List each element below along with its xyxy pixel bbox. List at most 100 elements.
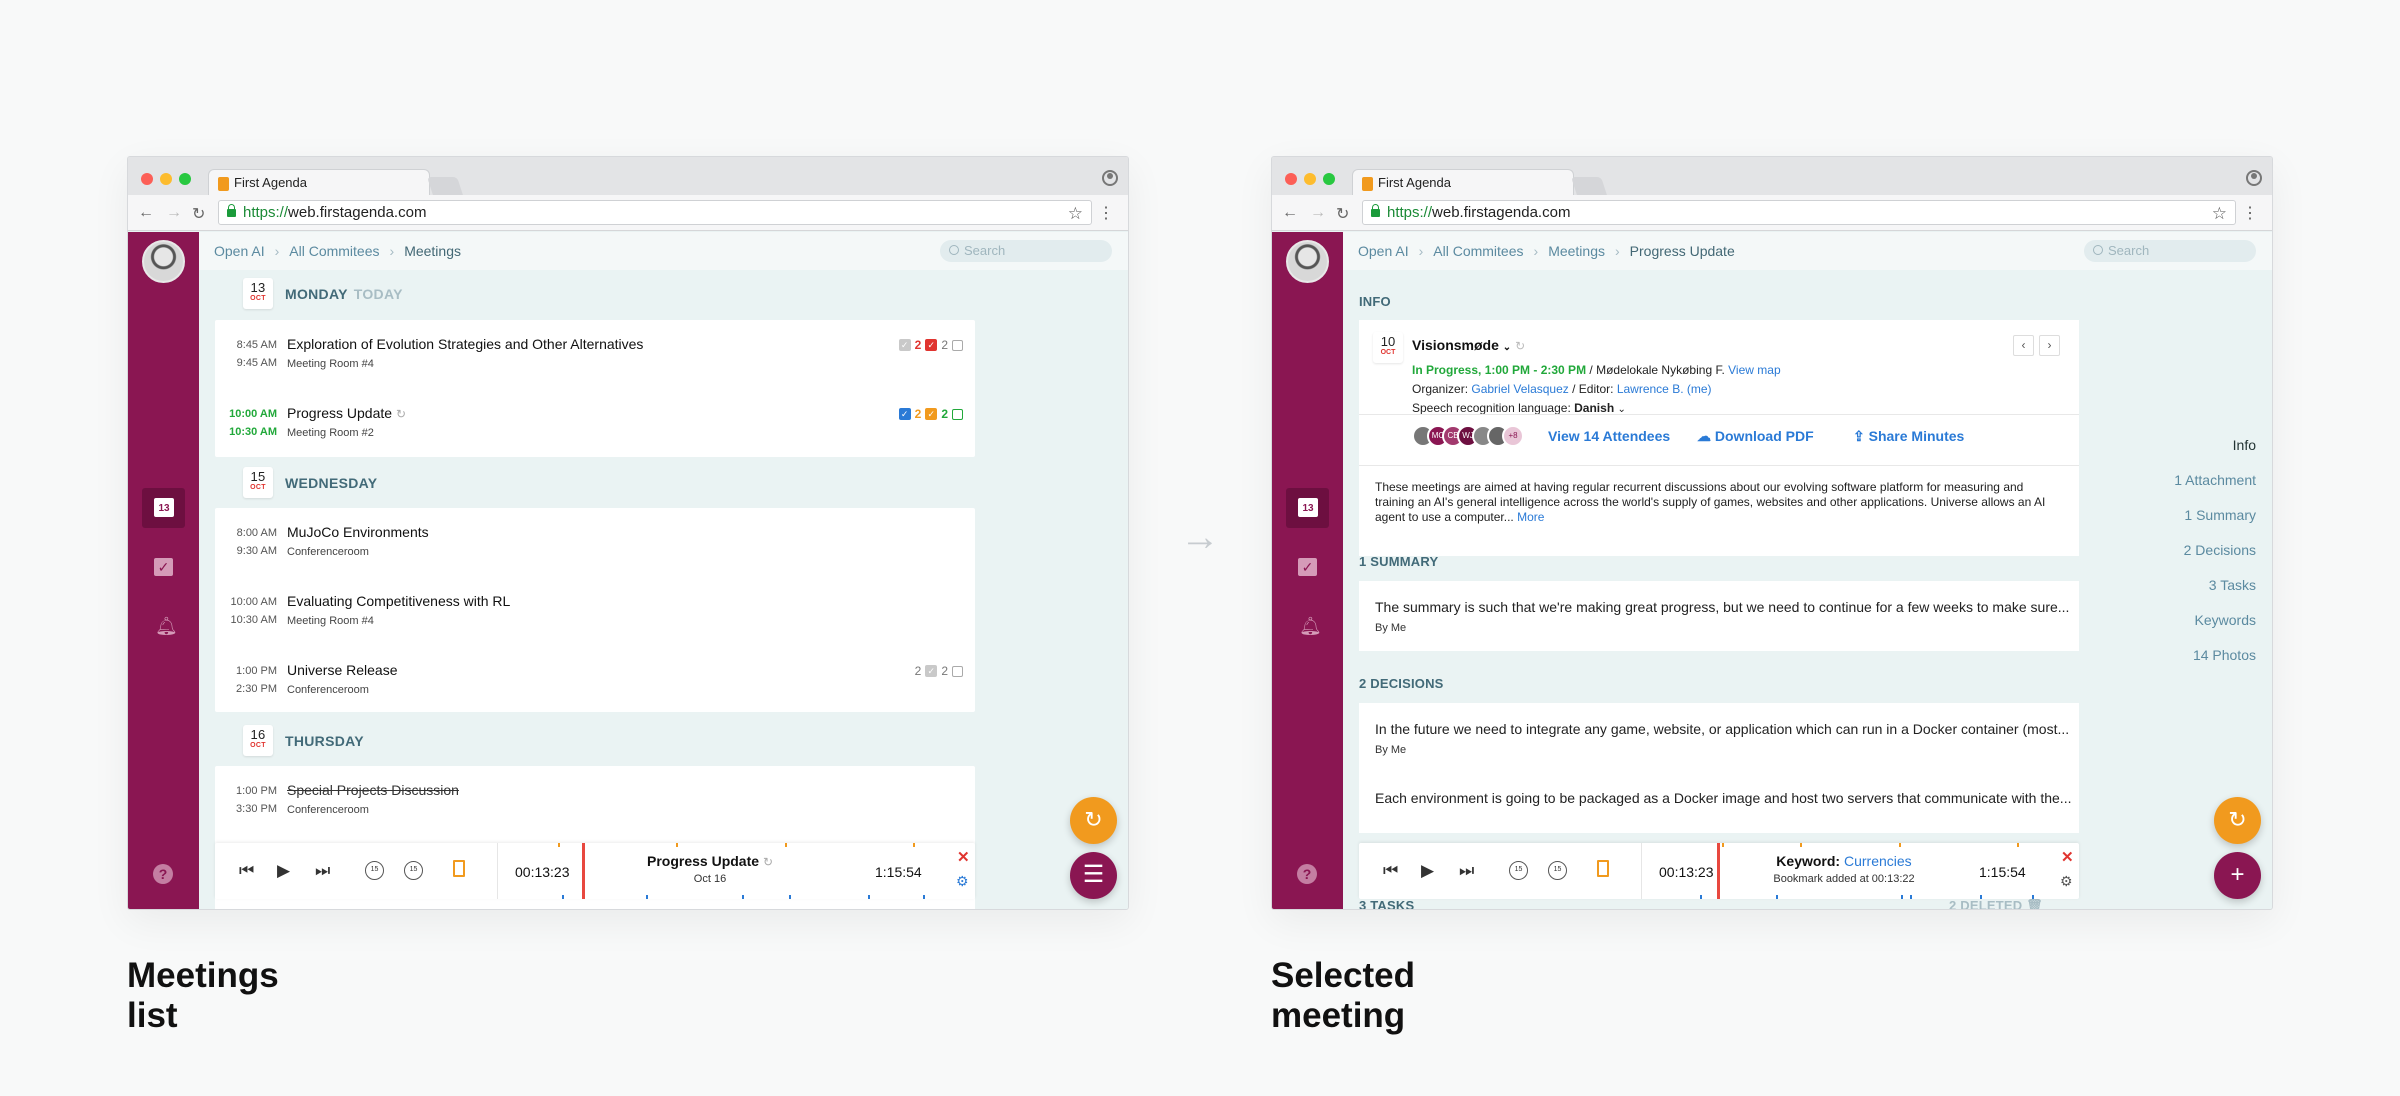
skip-forward-icon[interactable]: 15 bbox=[1548, 861, 1567, 880]
previous-track-icon[interactable]: ⏮︎ bbox=[239, 861, 254, 881]
close-window-icon[interactable] bbox=[1285, 173, 1297, 185]
forward-arrow-icon[interactable]: → bbox=[166, 204, 182, 222]
search-input[interactable]: Search bbox=[2084, 240, 2256, 262]
url-field[interactable]: https://web.firstagenda.com ☆ bbox=[218, 200, 1092, 225]
settings-gear-icon[interactable]: ⚙ bbox=[2060, 873, 2073, 890]
breadcrumb-item-committees[interactable]: All Commitees bbox=[289, 243, 379, 259]
meeting-title[interactable]: Exploration of Evolution Strategies and … bbox=[287, 335, 643, 354]
sidebar-item-notifications-bell-icon[interactable]: 🔔︎ bbox=[155, 616, 178, 636]
close-window-icon[interactable] bbox=[141, 173, 153, 185]
reload-icon[interactable]: ↻ bbox=[192, 204, 205, 224]
toc-item-attachment[interactable]: 1 Attachment bbox=[2174, 472, 2256, 488]
skip-back-icon[interactable]: 15 bbox=[1509, 861, 1528, 880]
refresh-fab-button[interactable]: ↻ bbox=[1070, 797, 1117, 844]
meeting-title[interactable]: Progress Update ↻ bbox=[287, 404, 406, 424]
profile-icon[interactable] bbox=[1102, 170, 1118, 186]
toc-item-keywords[interactable]: Keywords bbox=[2195, 612, 2256, 628]
playhead[interactable] bbox=[1717, 843, 1720, 899]
search-input[interactable]: Search bbox=[940, 240, 1112, 262]
agenda-list-fab-button[interactable]: ☰ bbox=[1070, 852, 1117, 899]
toc-item-info[interactable]: Info bbox=[2233, 437, 2256, 453]
meeting-row[interactable]: 10:00 AM 10:30 AM Progress Update ↻ Meet… bbox=[215, 389, 975, 458]
user-avatar[interactable] bbox=[142, 240, 185, 283]
next-track-icon[interactable]: ⏭︎ bbox=[1459, 861, 1474, 881]
summary-card[interactable]: The summary is such that we're making gr… bbox=[1359, 581, 2079, 651]
new-tab-button[interactable] bbox=[427, 177, 463, 195]
toc-item-tasks[interactable]: 3 Tasks bbox=[2209, 577, 2256, 593]
help-icon[interactable]: ? bbox=[1297, 864, 1317, 884]
share-minutes-button[interactable]: ⇪ Share Minutes bbox=[1853, 428, 1964, 445]
breadcrumb-item-org[interactable]: Open AI bbox=[214, 243, 265, 259]
skip-forward-icon[interactable]: 15 bbox=[404, 861, 423, 880]
browser-menu-icon[interactable]: ⋮ bbox=[2242, 203, 2258, 223]
minimize-window-icon[interactable] bbox=[1304, 173, 1316, 185]
bookmark-icon[interactable] bbox=[1597, 860, 1609, 877]
add-fab-button[interactable]: + bbox=[2214, 852, 2261, 899]
previous-track-icon[interactable]: ⏮︎ bbox=[1383, 861, 1398, 881]
browser-tab[interactable]: First Agenda bbox=[1352, 169, 1574, 196]
maximize-window-icon[interactable] bbox=[1323, 173, 1335, 185]
meeting-title-cancelled[interactable]: Special Projects Discussion bbox=[287, 781, 459, 800]
sidebar-item-tasks-checkbox-icon[interactable]: ✓ bbox=[154, 558, 173, 576]
view-map-link[interactable]: View map bbox=[1728, 363, 1780, 377]
skip-back-icon[interactable]: 15 bbox=[365, 861, 384, 880]
meeting-title-dropdown[interactable]: Visionsmøde ⌄ ↻ bbox=[1412, 337, 1525, 353]
breadcrumb-item-meetings[interactable]: Meetings bbox=[404, 243, 461, 259]
meeting-row[interactable]: 10:00 AM 10:30 AM Evaluating Competitive… bbox=[215, 577, 975, 646]
close-player-icon[interactable]: ✕ bbox=[957, 848, 970, 866]
url-field[interactable]: https://web.firstagenda.com ☆ bbox=[1362, 200, 2236, 225]
sidebar-item-tasks-checkbox-icon[interactable]: ✓ bbox=[1298, 558, 1317, 576]
breadcrumb-item-org[interactable]: Open AI bbox=[1358, 243, 1409, 259]
play-icon[interactable]: ▶︎ bbox=[1421, 861, 1434, 881]
organizer-link[interactable]: Gabriel Velasquez bbox=[1471, 382, 1568, 396]
user-avatar[interactable] bbox=[1286, 240, 1329, 283]
next-meeting-button[interactable]: › bbox=[2039, 335, 2060, 356]
back-arrow-icon[interactable]: ← bbox=[1282, 204, 1298, 222]
meeting-title[interactable]: MuJoCo Environments bbox=[287, 523, 429, 542]
bookmark-star-icon[interactable]: ☆ bbox=[1068, 202, 1083, 225]
meeting-row[interactable]: 8:00 AM 9:30 AM MuJoCo Environments Conf… bbox=[215, 508, 975, 577]
sidebar-item-calendar[interactable]: 13 bbox=[1286, 488, 1329, 528]
forward-arrow-icon[interactable]: → bbox=[1310, 204, 1326, 222]
meeting-row[interactable]: 1:00 PM 2:30 PM Universe Release Confere… bbox=[215, 646, 975, 715]
play-icon[interactable]: ▶︎ bbox=[277, 861, 290, 881]
decision-text[interactable]: In the future we need to integrate any g… bbox=[1375, 721, 2069, 737]
next-track-icon[interactable]: ⏭︎ bbox=[315, 861, 330, 881]
breadcrumb-item-committees[interactable]: All Commitees bbox=[1433, 243, 1523, 259]
speech-language-select[interactable]: Danish bbox=[1574, 401, 1614, 415]
editor-link[interactable]: Lawrence B. (me) bbox=[1617, 382, 1712, 396]
sidebar-item-notifications-bell-icon[interactable]: 🔔︎ bbox=[1299, 616, 1322, 636]
view-attendees-link[interactable]: View 14 Attendees bbox=[1548, 428, 1670, 444]
bookmark-star-icon[interactable]: ☆ bbox=[2212, 202, 2227, 225]
browser-menu-icon[interactable]: ⋮ bbox=[1098, 203, 1114, 223]
reload-icon[interactable]: ↻ bbox=[1336, 204, 1349, 224]
more-link[interactable]: More bbox=[1517, 510, 1544, 524]
meeting-row[interactable]: 8:45 AM 9:45 AM Exploration of Evolution… bbox=[215, 320, 975, 389]
minimize-window-icon[interactable] bbox=[160, 173, 172, 185]
breadcrumb-item-meetings[interactable]: Meetings bbox=[1548, 243, 1605, 259]
toc-item-summary[interactable]: 1 Summary bbox=[2184, 507, 2256, 523]
decision-text[interactable]: Each environment is going to be packaged… bbox=[1375, 790, 2071, 806]
browser-tab[interactable]: First Agenda bbox=[208, 169, 430, 196]
download-pdf-button[interactable]: ☁ Download PDF bbox=[1697, 428, 1814, 445]
deleted-tasks-toggle[interactable]: 2 DELETED 🗑︎ bbox=[1949, 898, 2043, 909]
settings-gear-icon[interactable]: ⚙ bbox=[956, 873, 969, 890]
playhead[interactable] bbox=[582, 843, 585, 899]
previous-meeting-button[interactable]: ‹ bbox=[2013, 335, 2034, 356]
sidebar-item-calendar[interactable]: 13 bbox=[142, 488, 185, 528]
toc-item-decisions[interactable]: 2 Decisions bbox=[2184, 542, 2256, 558]
meeting-title[interactable]: Evaluating Competitiveness with RL bbox=[287, 592, 510, 611]
profile-icon[interactable] bbox=[2246, 170, 2262, 186]
meeting-row[interactable]: 1:00 PM 3:30 PM Special Projects Discuss… bbox=[215, 766, 975, 835]
toc-item-photos[interactable]: 14 Photos bbox=[2193, 647, 2256, 663]
meeting-title[interactable]: Universe Release bbox=[287, 661, 398, 680]
refresh-fab-button[interactable]: ↻ bbox=[2214, 797, 2261, 844]
maximize-window-icon[interactable] bbox=[179, 173, 191, 185]
close-player-icon[interactable]: ✕ bbox=[2061, 848, 2074, 866]
help-icon[interactable]: ? bbox=[153, 864, 173, 884]
new-tab-button[interactable] bbox=[1571, 177, 1607, 195]
bookmark-icon[interactable] bbox=[453, 860, 465, 877]
keyword-link[interactable]: Currencies bbox=[1844, 853, 1912, 869]
back-arrow-icon[interactable]: ← bbox=[138, 204, 154, 222]
breadcrumb-item-current-meeting[interactable]: Progress Update bbox=[1630, 243, 1735, 259]
